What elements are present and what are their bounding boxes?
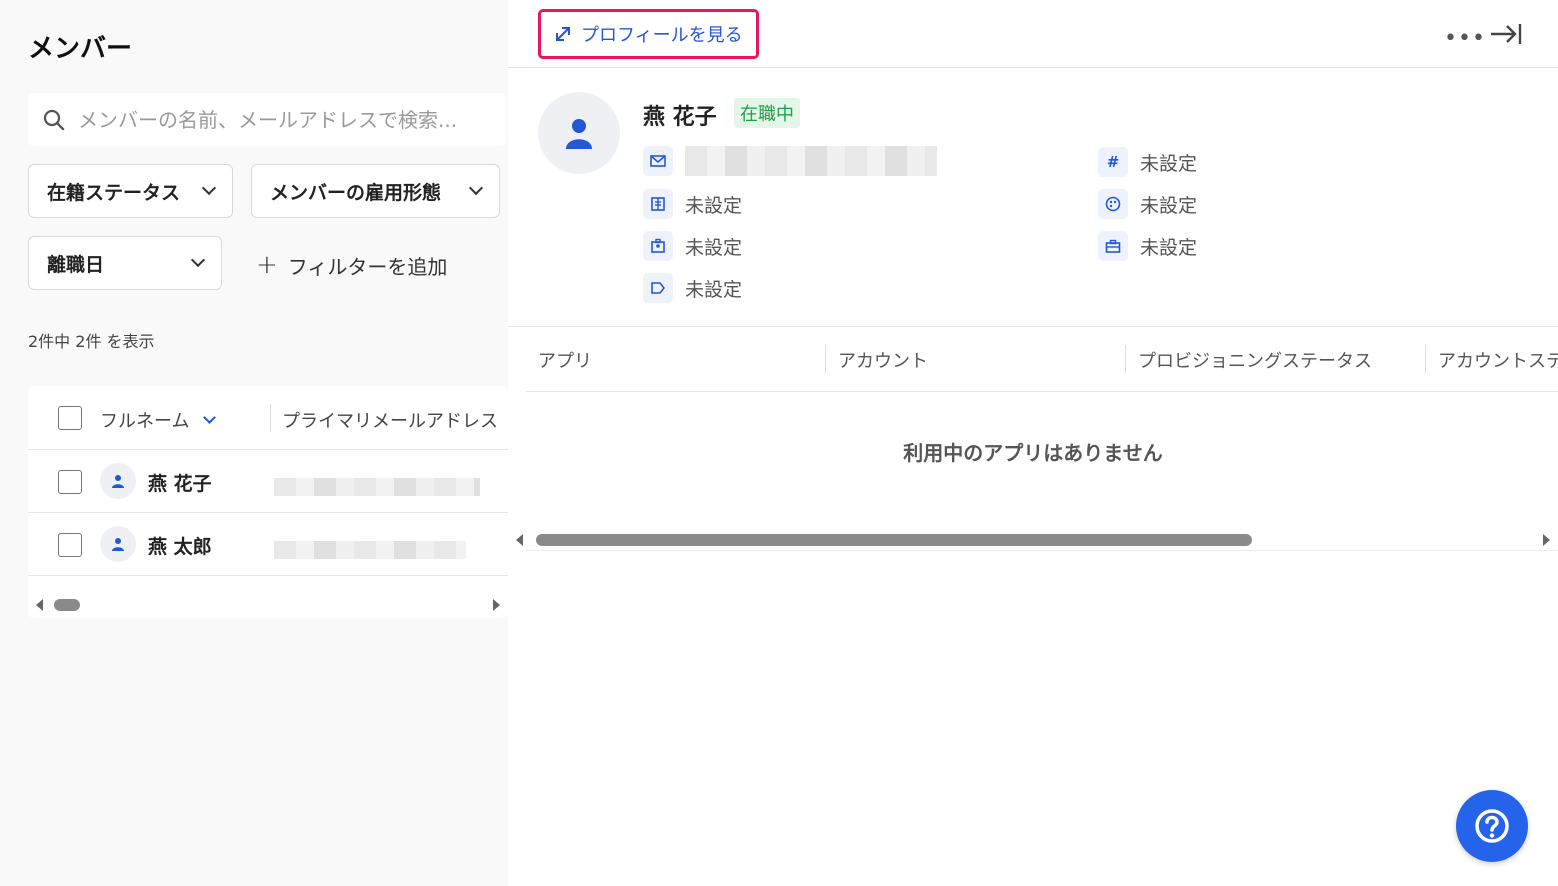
expand-icon: [556, 27, 570, 41]
redacted-email: [274, 478, 480, 496]
collapse-panel-icon[interactable]: [1488, 20, 1524, 48]
member-detail-panel: プロフィールを見る ••• 燕 花子 在職中 未設定 未設定 未設定 # 未設定…: [508, 0, 1558, 886]
scroll-right-icon[interactable]: [1543, 534, 1550, 546]
tag-icon: [643, 273, 673, 303]
apps-horizontal-scrollbar[interactable]: [516, 527, 1558, 551]
column-divider[interactable]: [1425, 345, 1426, 373]
detail-header: プロフィールを見る •••: [508, 0, 1558, 68]
scroll-left-icon[interactable]: [36, 599, 43, 611]
table-row[interactable]: 燕 太郎: [28, 513, 508, 576]
sort-chevron-icon: [203, 411, 217, 424]
scroll-thumb[interactable]: [536, 534, 1252, 546]
info-value: 未設定: [685, 236, 743, 259]
result-count: 2件中 2件 を表示: [28, 332, 155, 351]
filter-label: 離職日: [47, 253, 105, 276]
column-header-app[interactable]: アプリ: [538, 347, 592, 373]
mail-icon: [643, 146, 673, 176]
row-checkbox[interactable]: [58, 470, 82, 494]
column-divider[interactable]: [1125, 345, 1126, 373]
table-horizontal-scrollbar[interactable]: [28, 596, 508, 614]
building-icon: [643, 189, 673, 219]
info-job: 未設定: [1098, 231, 1197, 261]
header-divider: [526, 391, 1558, 392]
scroll-left-icon[interactable]: [516, 534, 523, 546]
info-email: [643, 146, 937, 176]
help-button[interactable]: [1456, 790, 1528, 862]
empty-state-message: 利用中のアプリはありません: [903, 441, 1163, 465]
redacted-email: [685, 146, 937, 176]
column-header-email[interactable]: プライマリメールアドレス: [282, 407, 498, 433]
apps-table: アプリ アカウント プロビジョニングステータス アカウントステ 利用中のアプリは…: [508, 326, 1558, 551]
add-filter-label: フィルターを追加: [287, 254, 448, 279]
row-checkbox[interactable]: [58, 533, 82, 557]
member-name[interactable]: 燕 太郎: [148, 532, 212, 559]
member-list-panel: メンバー 在籍ステータス メンバーの雇用形態 離職日 + フィルターを追加 2件…: [0, 0, 508, 886]
column-divider[interactable]: [825, 345, 826, 373]
info-value: 未設定: [685, 278, 743, 301]
scroll-thumb[interactable]: [54, 599, 80, 611]
column-divider[interactable]: [270, 404, 271, 432]
info-value: 未設定: [1140, 152, 1198, 175]
plus-icon: +: [256, 250, 278, 280]
hash-icon: #: [1098, 147, 1128, 177]
filter-label: メンバーの雇用形態: [270, 181, 442, 204]
profile-name: 燕 花子: [643, 105, 717, 130]
members-table: フルネーム プライマリメールアドレス 燕 花子 燕 太郎: [28, 386, 508, 618]
avatar: [100, 463, 136, 499]
column-header-account[interactable]: アカウント: [838, 347, 928, 373]
help-icon: [1475, 809, 1509, 843]
search-icon: [43, 109, 65, 130]
view-profile-button[interactable]: プロフィールを見る: [538, 9, 759, 59]
user-icon: [112, 475, 124, 488]
user-icon: [112, 538, 124, 551]
palette-icon: [1098, 189, 1128, 219]
user-icon: [566, 119, 592, 149]
info-value: 未設定: [685, 194, 743, 217]
page-title: メンバー: [28, 34, 133, 64]
info-employee-id: 未設定: [643, 231, 742, 261]
chevron-down-icon: [190, 252, 206, 268]
column-label: フルネーム: [100, 411, 190, 432]
table-row[interactable]: 燕 花子: [28, 450, 508, 513]
info-employee-number: # 未設定: [1098, 147, 1197, 177]
briefcase-icon: [1098, 231, 1128, 261]
view-profile-label: プロフィールを見る: [581, 25, 743, 46]
info-tag: 未設定: [643, 273, 742, 303]
info-role: 未設定: [1098, 189, 1197, 219]
info-value: 未設定: [1140, 236, 1198, 259]
status-badge: 在職中: [734, 98, 800, 128]
redacted-email: [274, 541, 466, 559]
add-filter-button[interactable]: + フィルターを追加: [256, 250, 447, 280]
more-options-icon[interactable]: •••: [1444, 26, 1486, 51]
avatar: [100, 526, 136, 562]
column-header-provisioning-status[interactable]: プロビジョニングステータス: [1138, 347, 1372, 373]
filter-employment-type[interactable]: メンバーの雇用形態: [251, 164, 500, 218]
scroll-right-icon[interactable]: [493, 599, 500, 611]
info-department: 未設定: [643, 189, 742, 219]
column-header-account-status[interactable]: アカウントステ: [1438, 347, 1558, 373]
profile-avatar: [538, 92, 620, 174]
filter-employment-status[interactable]: 在籍ステータス: [28, 164, 233, 218]
member-name[interactable]: 燕 花子: [148, 469, 212, 496]
search-input[interactable]: [78, 107, 478, 132]
column-header-fullname[interactable]: フルネーム: [100, 407, 217, 433]
filter-leave-date[interactable]: 離職日: [28, 236, 222, 290]
id-card-icon: [643, 231, 673, 261]
table-header: フルネーム プライマリメールアドレス: [28, 386, 508, 450]
info-value: 未設定: [1140, 194, 1198, 217]
select-all-checkbox[interactable]: [58, 406, 82, 430]
chevron-down-icon: [201, 180, 217, 196]
search-box[interactable]: [28, 93, 506, 146]
chevron-down-icon: [468, 180, 484, 196]
filter-label: 在籍ステータス: [47, 181, 181, 204]
